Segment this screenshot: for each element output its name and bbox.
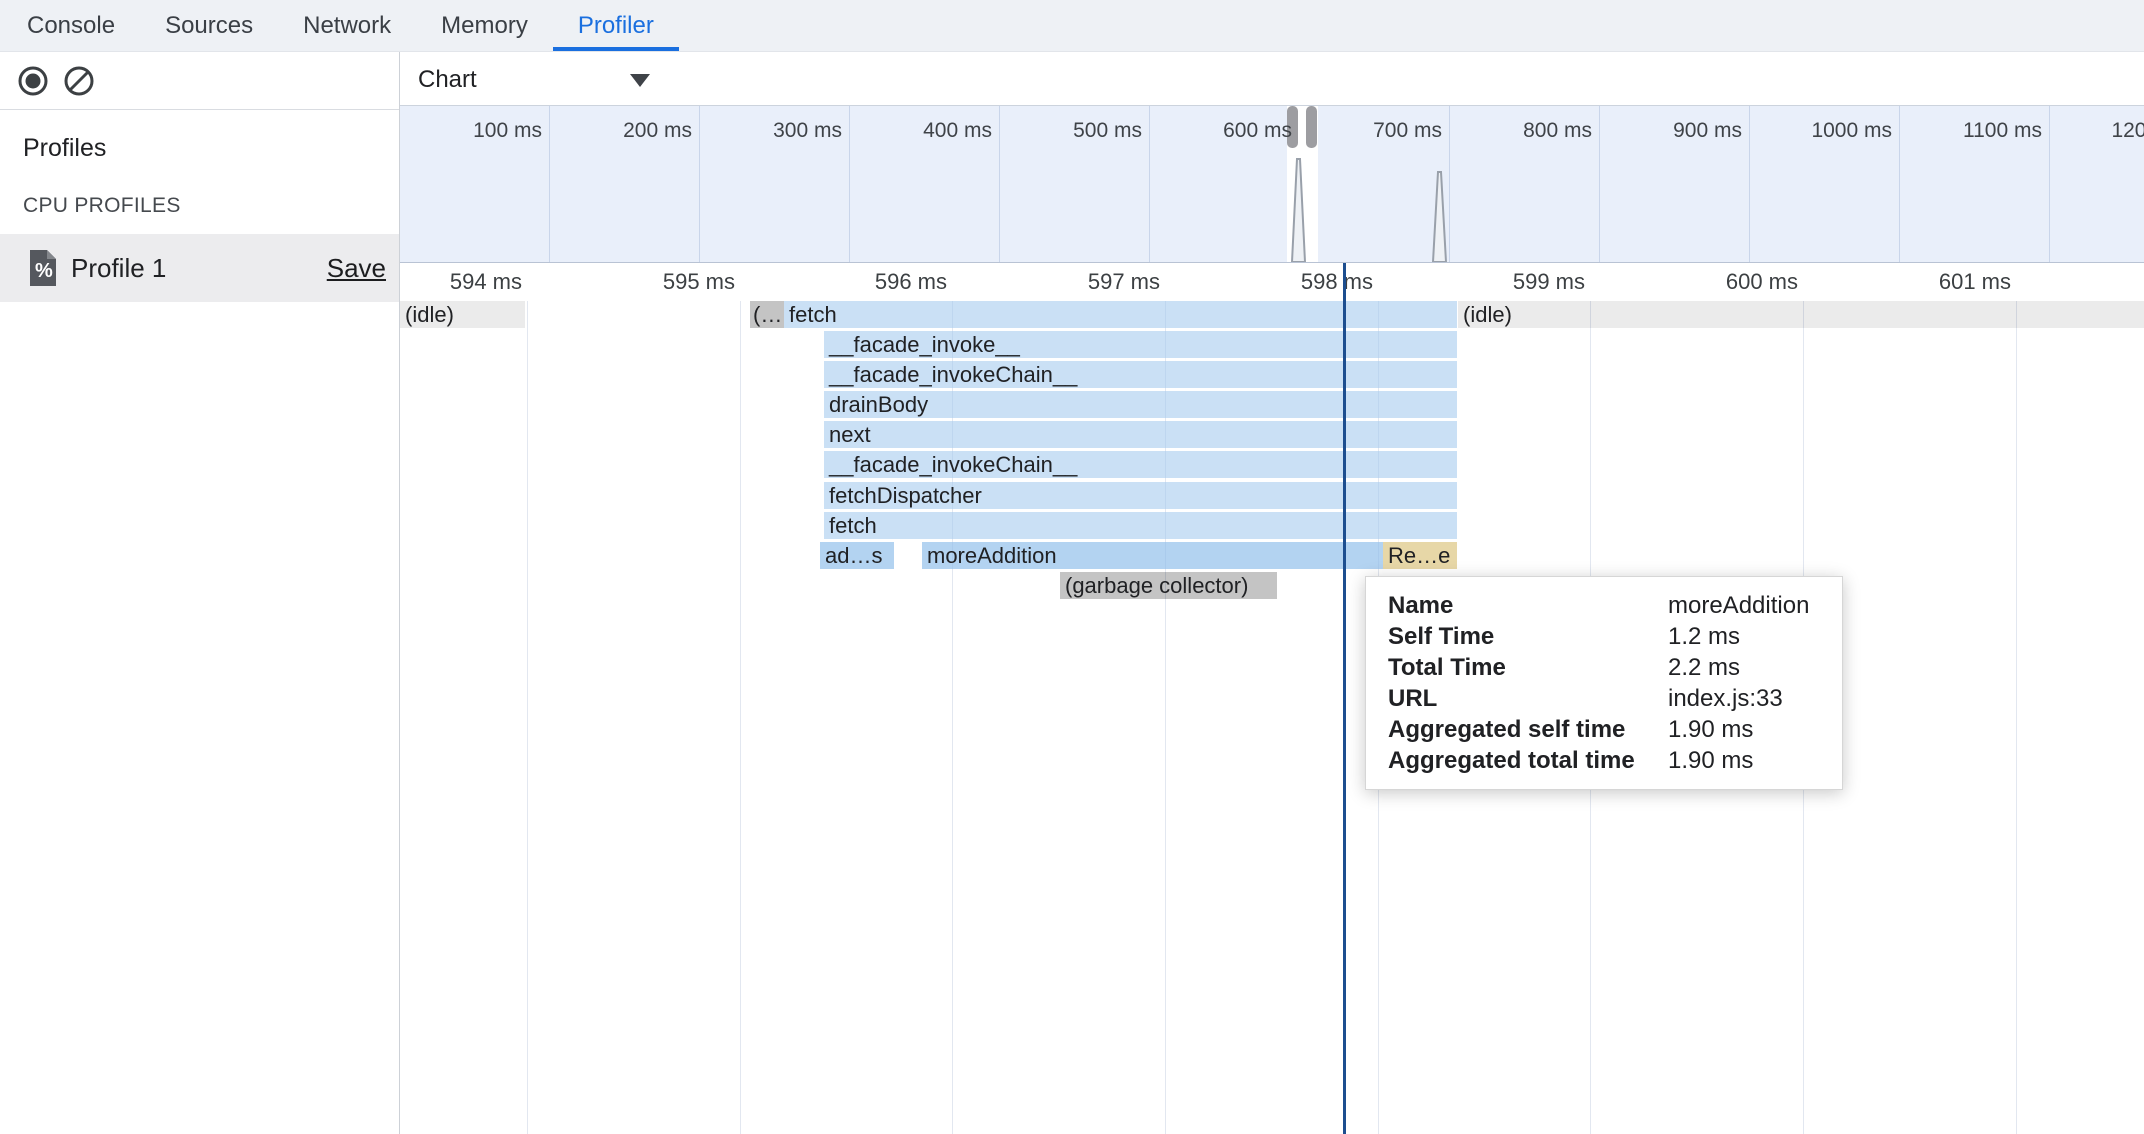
gridline	[740, 263, 741, 1134]
flame-frame-more-addition[interactable]: moreAddition	[922, 542, 1383, 569]
tooltip-row: URL index.js:33	[1388, 683, 1842, 714]
overview-tick: 300 ms	[732, 119, 842, 143]
frame-details-tooltip: Name moreAddition Self Time 1.2 ms Total…	[1365, 576, 1843, 790]
tab-profiler-label: Profiler	[578, 12, 654, 40]
overview-tick: 1000 ms	[1782, 119, 1892, 143]
profile-document-icon: %	[28, 249, 58, 287]
flame-frame-additions[interactable]: ad…s	[820, 542, 894, 569]
tab-memory-label: Memory	[441, 12, 528, 40]
timeline-cursor-line	[1343, 263, 1346, 1134]
tooltip-row: Aggregated self time 1.90 ms	[1388, 714, 1842, 745]
ruler-tick: 597 ms	[1040, 269, 1160, 295]
tooltip-row: Name moreAddition	[1388, 590, 1842, 621]
overview-tick: 400 ms	[882, 119, 992, 143]
record-circle-icon	[17, 65, 49, 97]
svg-text:%: %	[35, 260, 53, 282]
flame-frame-fetch-inner[interactable]: fetch	[824, 512, 1457, 539]
flame-frame-program[interactable]: (…	[750, 301, 784, 328]
tooltip-label: Self Time	[1388, 621, 1668, 652]
overview-timeline[interactable]: 100 ms 200 ms 300 ms 400 ms 500 ms 600 m…	[400, 105, 2144, 263]
overview-tick: 200 ms	[582, 119, 692, 143]
profiles-toolbar	[0, 52, 399, 110]
tooltip-row: Total Time 2.2 ms	[1388, 652, 1842, 683]
devtools-profiler-panel: Console Sources Network Memory Profiler …	[0, 0, 2144, 1134]
ruler-tick: 594 ms	[402, 269, 522, 295]
flame-frame-response[interactable]: Re…e	[1383, 542, 1457, 569]
tooltip-label: Total Time	[1388, 652, 1668, 683]
ruler-tick: 595 ms	[615, 269, 735, 295]
flame-frame-facade-invoke-chain[interactable]: __facade_invokeChain__	[824, 361, 1457, 388]
profiles-sidebar: Profiles CPU PROFILES % Profile 1 Save	[0, 52, 400, 1134]
flame-frame-garbage-collector[interactable]: (garbage collector)	[1060, 572, 1277, 599]
tooltip-value: 1.2 ms	[1668, 621, 1740, 652]
tooltip-row: Self Time 1.2 ms	[1388, 621, 1842, 652]
ruler-tick: 601 ms	[1891, 269, 2011, 295]
ruler-tick: 599 ms	[1465, 269, 1585, 295]
profiler-main-pane: Chart 100 ms 200 ms 300 ms 400 ms 500 ms…	[400, 52, 2144, 1134]
view-mode-value: Chart	[418, 66, 477, 94]
overview-tick: 500 ms	[1032, 119, 1142, 143]
tab-network-label: Network	[303, 12, 391, 40]
overview-tick: 700 ms	[1332, 119, 1442, 143]
tab-console-label: Console	[27, 12, 115, 40]
overview-tick: 100 ms	[432, 119, 542, 143]
cpu-profiles-section-label: CPU PROFILES	[23, 194, 399, 218]
tooltip-label: Aggregated total time	[1388, 745, 1668, 776]
tab-sources[interactable]: Sources	[140, 0, 278, 51]
tab-network[interactable]: Network	[278, 0, 416, 51]
ruler-tick: 596 ms	[827, 269, 947, 295]
tooltip-value: moreAddition	[1668, 590, 1809, 621]
flame-frame-next[interactable]: next	[824, 421, 1457, 448]
triangle-down-icon	[630, 74, 650, 87]
view-mode-select[interactable]: Chart	[418, 65, 650, 95]
profiles-heading: Profiles	[23, 134, 399, 163]
overview-tick: 800 ms	[1482, 119, 1592, 143]
flame-frame-fetch[interactable]: fetch	[784, 301, 1457, 328]
clear-profiles-button[interactable]	[63, 65, 95, 97]
tooltip-row: Aggregated total time 1.90 ms	[1388, 745, 1842, 776]
profile-name: Profile 1	[71, 253, 166, 284]
tab-sources-label: Sources	[165, 12, 253, 40]
profile-list-item-selected[interactable]: % Profile 1 Save	[0, 234, 399, 302]
flame-frame-facade-invoke-chain[interactable]: __facade_invokeChain__	[824, 451, 1457, 478]
devtools-tab-bar: Console Sources Network Memory Profiler	[0, 0, 2144, 52]
tooltip-value: 2.2 ms	[1668, 652, 1740, 683]
record-button[interactable]	[17, 65, 49, 97]
tooltip-label: Aggregated self time	[1388, 714, 1668, 745]
gridline	[2016, 263, 2017, 1134]
flame-frame-idle[interactable]: (idle)	[1458, 301, 2144, 328]
save-profile-link[interactable]: Save	[327, 253, 386, 284]
tooltip-label: URL	[1388, 683, 1668, 714]
tab-console[interactable]: Console	[2, 0, 140, 51]
flame-frame-facade-invoke[interactable]: __facade_invoke__	[824, 331, 1457, 358]
overview-tick: 1200 ms	[2082, 119, 2144, 143]
detail-time-ruler: 594 ms 595 ms 596 ms 597 ms 598 ms 599 m…	[400, 263, 2144, 301]
tab-memory[interactable]: Memory	[416, 0, 553, 51]
flame-frame-fetch-dispatcher[interactable]: fetchDispatcher	[824, 482, 1457, 509]
gridline	[527, 263, 528, 1134]
tooltip-value: 1.90 ms	[1668, 745, 1753, 776]
overview-tick: 600 ms	[1182, 119, 1292, 143]
selection-handle-right[interactable]	[1306, 106, 1317, 148]
tooltip-value: index.js:33	[1668, 683, 1783, 714]
ruler-tick: 600 ms	[1678, 269, 1798, 295]
tab-profiler[interactable]: Profiler	[553, 0, 679, 51]
flame-frame-drain-body[interactable]: drainBody	[824, 391, 1457, 418]
tooltip-label: Name	[1388, 590, 1668, 621]
flame-frame-idle[interactable]: (idle)	[400, 301, 525, 328]
tooltip-value: 1.90 ms	[1668, 714, 1753, 745]
ruler-tick: 598 ms	[1253, 269, 1373, 295]
overview-tick: 1100 ms	[1932, 119, 2042, 143]
overview-tick: 900 ms	[1632, 119, 1742, 143]
circle-slash-icon	[63, 65, 95, 97]
